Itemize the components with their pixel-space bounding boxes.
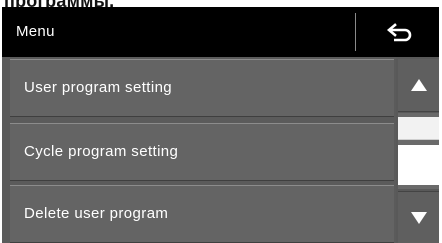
menu-item-label: Cycle program setting (24, 143, 179, 160)
scroll-up-button[interactable] (398, 59, 439, 112)
screen: программы. Menu User program setting Cyc… (0, 0, 442, 243)
triangle-down-icon (410, 212, 427, 224)
back-arrow-icon (386, 23, 412, 42)
scroll-track[interactable] (398, 113, 439, 189)
triangle-up-icon (410, 79, 427, 91)
scroll-thumb[interactable] (398, 117, 439, 140)
menu-header: Menu (2, 7, 439, 57)
back-button[interactable] (370, 13, 430, 51)
menu-list: User program setting Cycle program setti… (2, 57, 439, 243)
menu-item-user-program-setting[interactable]: User program setting (10, 59, 394, 117)
scroll-down-button[interactable] (398, 191, 439, 243)
header-title: Menu (16, 23, 55, 40)
header-divider (355, 13, 356, 51)
menu-item-label: User program setting (24, 79, 173, 96)
scroll-track-lower (398, 145, 439, 185)
menu-item-delete-user-program[interactable]: Delete user program (10, 185, 394, 243)
scrollbar (396, 57, 439, 243)
menu-item-label: Delete user program (24, 205, 169, 222)
menu-item-cycle-program-setting[interactable]: Cycle program setting (10, 123, 394, 181)
